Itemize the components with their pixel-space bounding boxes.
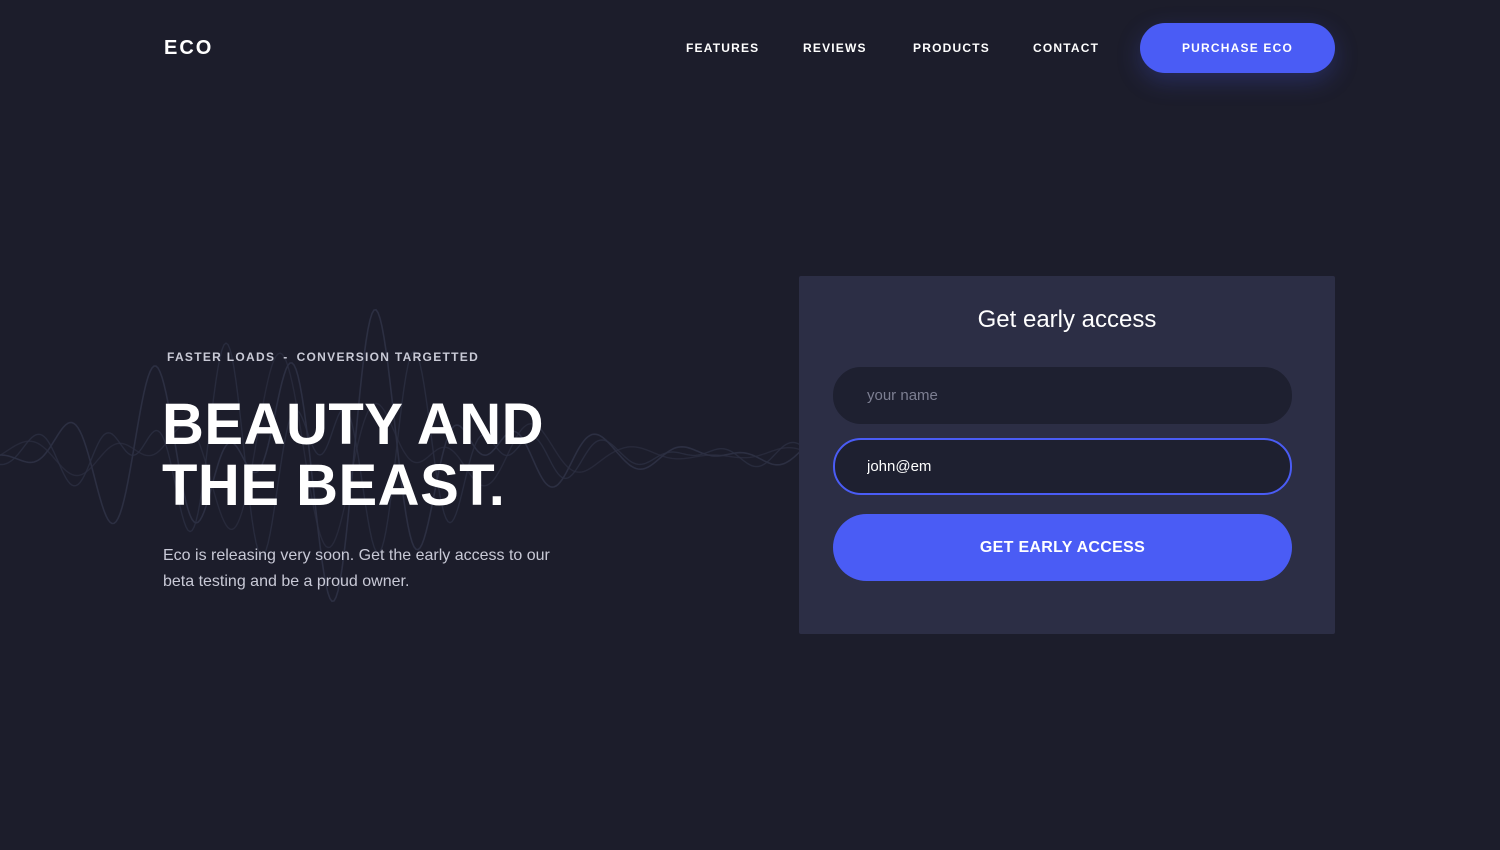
tagline-separator: - bbox=[283, 350, 289, 364]
get-early-access-button[interactable]: GET EARLY ACCESS bbox=[833, 514, 1292, 581]
headline-line-1: BEAUTY AND bbox=[162, 392, 545, 457]
nav-reviews[interactable]: REVIEWS bbox=[803, 41, 867, 55]
tagline-part-2: CONVERSION TARGETTED bbox=[296, 350, 480, 364]
nav-features[interactable]: FEATURES bbox=[686, 41, 759, 55]
tagline: FASTER LOADS - CONVERSION TARGETTED bbox=[167, 350, 479, 364]
signup-title: Get early access bbox=[977, 306, 1157, 333]
email-input[interactable] bbox=[833, 438, 1292, 495]
purchase-button[interactable]: PURCHASE ECO bbox=[1140, 23, 1335, 73]
name-input[interactable] bbox=[833, 367, 1292, 424]
nav-contact[interactable]: CONTACT bbox=[1033, 41, 1099, 55]
signup-card: Get early access GET EARLY ACCESS bbox=[799, 276, 1335, 634]
hero-headline: BEAUTY AND THE BEAST. bbox=[162, 394, 544, 516]
hero-description: Eco is releasing very soon. Get the earl… bbox=[163, 547, 550, 590]
landing-page: ECO FEATURES REVIEWS PRODUCTS CONTACT PU… bbox=[0, 0, 1500, 850]
headline-line-2: THE BEAST. bbox=[162, 453, 506, 518]
tagline-part-1: FASTER LOADS bbox=[167, 350, 276, 364]
nav-products[interactable]: PRODUCTS bbox=[913, 41, 990, 55]
logo[interactable]: ECO bbox=[164, 37, 213, 60]
